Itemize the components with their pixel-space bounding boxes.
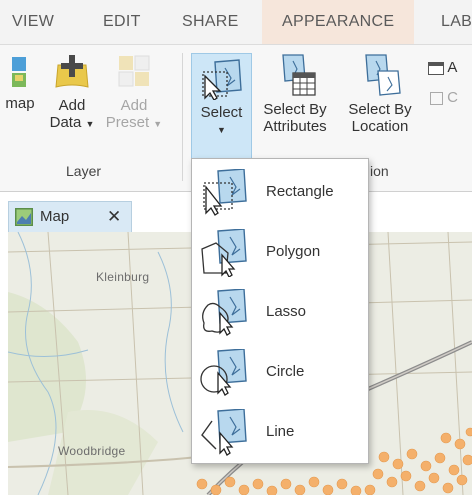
- select-by-location-button[interactable]: Select By Location: [340, 53, 420, 135]
- select-label: Select: [200, 104, 243, 121]
- menu-item-rectangle[interactable]: Rectangle: [192, 163, 368, 221]
- tab-edit[interactable]: EDIT: [103, 0, 141, 44]
- add-preset-label: Add: [120, 97, 148, 114]
- add-preset-button[interactable]: Add Preset ▼: [104, 53, 164, 133]
- clear-button[interactable]: C: [430, 89, 472, 106]
- ribbon-tab-bar: VIEW EDIT SHARE APPEARANCE LAB: [0, 0, 472, 45]
- basemap-button[interactable]: map: [0, 55, 40, 112]
- select-by-attributes-label-2: Attributes: [263, 118, 327, 135]
- add-data-label-2: Data ▼: [49, 114, 95, 131]
- layer-group-label: Layer: [66, 163, 102, 179]
- tab-labeling[interactable]: LAB: [441, 0, 472, 44]
- menu-item-circle[interactable]: Circle: [192, 343, 368, 401]
- clear-label: C: [447, 89, 459, 106]
- tab-view[interactable]: VIEW: [12, 0, 54, 44]
- add-data-icon: [55, 55, 89, 88]
- attributes-label: A: [447, 59, 458, 76]
- place-label-kleinburg: Kleinburg: [96, 270, 150, 284]
- attributes-button[interactable]: A: [428, 59, 472, 76]
- select-button-content: Select ▼: [192, 58, 251, 139]
- menu-item-label: Rectangle: [266, 183, 334, 200]
- select-dropdown-menu: Rectangle Polygon Lasso Circle Line: [191, 158, 369, 464]
- select-by-attributes-icon: [282, 54, 316, 96]
- select-rectangle-icon: [203, 169, 247, 216]
- menu-item-polygon[interactable]: Polygon: [192, 223, 368, 281]
- select-dropdown-caret-icon: ▼: [217, 125, 226, 135]
- tab-share[interactable]: SHARE: [182, 0, 239, 44]
- add-data-label: Add: [58, 97, 86, 114]
- select-button[interactable]: Select ▼: [191, 53, 252, 167]
- add-data-button[interactable]: Add Data ▼: [46, 53, 98, 133]
- select-lasso-icon: [202, 289, 247, 336]
- select-by-attributes-label: Select By: [263, 101, 327, 118]
- place-label-woodbridge: Woodbridge: [58, 444, 126, 458]
- basemap-label: map: [5, 95, 35, 112]
- select-by-location-label: Select By: [348, 101, 412, 118]
- tab-map[interactable]: Map ✕: [8, 201, 132, 232]
- select-circle-icon: [200, 349, 247, 396]
- add-preset-icon: [118, 55, 150, 87]
- close-icon[interactable]: ✕: [107, 202, 121, 232]
- menu-item-label: Circle: [266, 363, 305, 380]
- menu-item-line[interactable]: Line: [192, 403, 368, 461]
- select-line-icon: [201, 409, 247, 456]
- map-tab-label: Map: [40, 208, 70, 225]
- add-preset-label-2: Preset ▼: [105, 114, 163, 131]
- select-rectangle-icon: [201, 59, 242, 100]
- select-by-location-label-2: Location: [351, 118, 409, 135]
- menu-item-label: Line: [266, 423, 295, 440]
- select-polygon-icon: [201, 229, 247, 277]
- map-icon: [15, 208, 33, 226]
- selection-group-label: ion: [370, 163, 389, 179]
- attributes-table-icon: [428, 61, 444, 75]
- menu-item-lasso[interactable]: Lasso: [192, 283, 368, 341]
- menu-item-label: Lasso: [266, 303, 307, 320]
- select-by-location-icon: [365, 54, 401, 96]
- menu-item-label: Polygon: [266, 243, 321, 260]
- clear-selection-icon: [430, 91, 443, 105]
- group-separator: [182, 53, 183, 181]
- select-by-attributes-button[interactable]: Select By Attributes: [254, 53, 336, 135]
- tab-appearance[interactable]: APPEARANCE: [262, 0, 415, 44]
- basemap-icon: [12, 57, 26, 87]
